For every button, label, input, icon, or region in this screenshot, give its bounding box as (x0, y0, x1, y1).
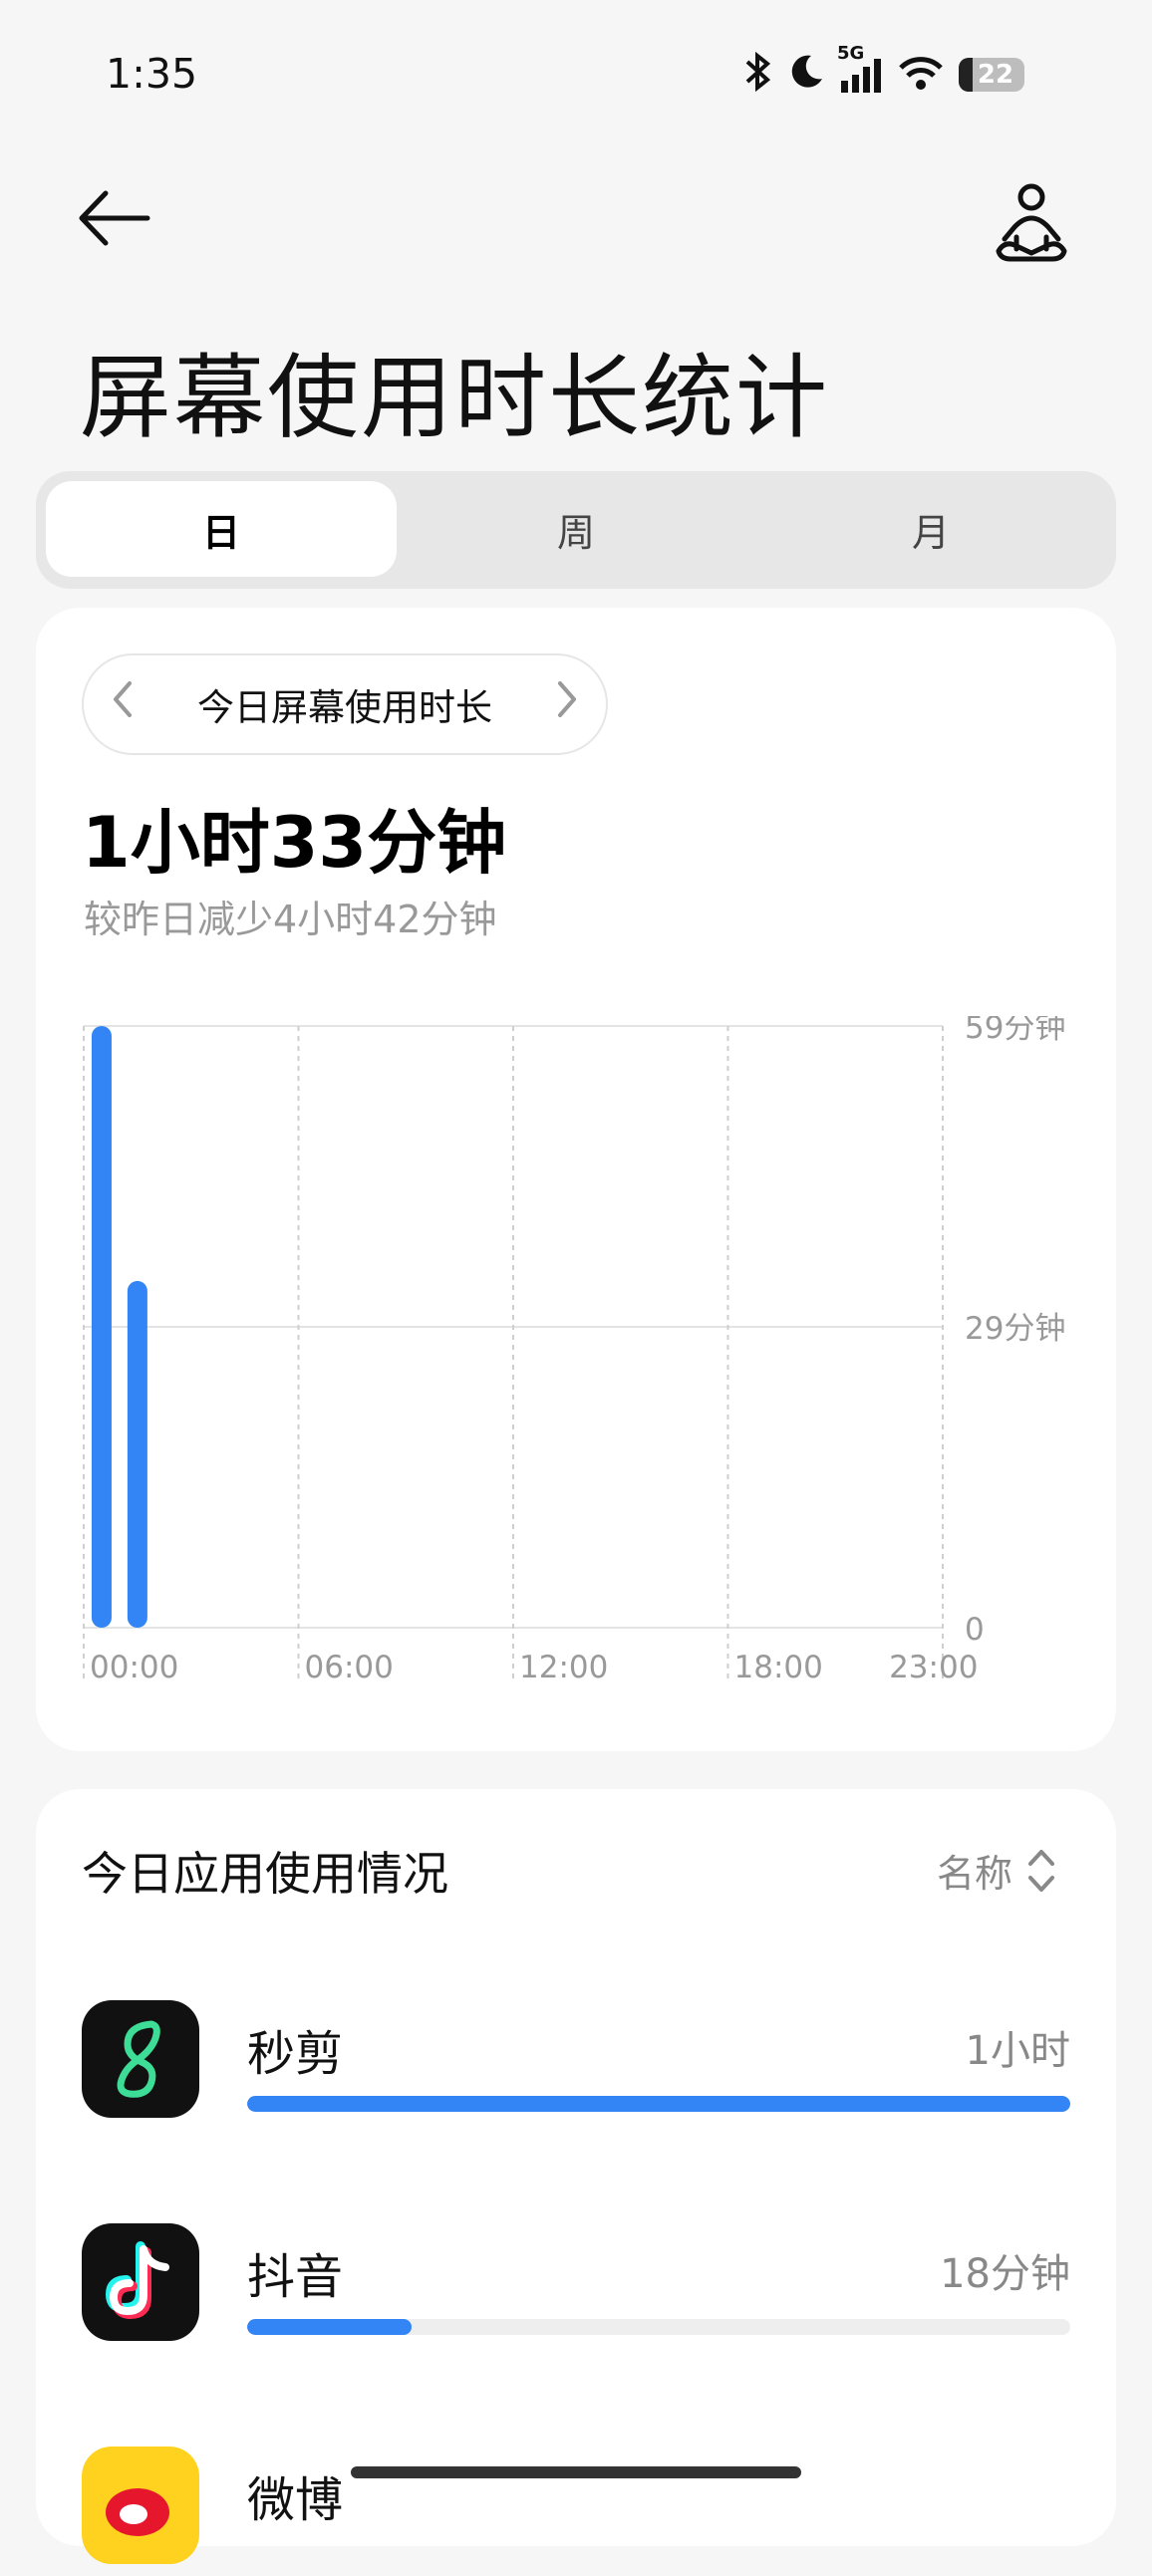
period-selector: 今日屏幕使用时长 (82, 653, 608, 755)
app-row-douyin[interactable]: 抖音 18分钟 (82, 2223, 1070, 2353)
usage-bar-00:00 (91, 1026, 112, 1628)
network-type: 5G (837, 43, 865, 64)
x-tick-label: 18:00 (734, 1650, 823, 1685)
miaojian-app-icon (82, 2000, 199, 2118)
tab-month[interactable]: 月 (755, 481, 1106, 577)
home-indicator (351, 2466, 801, 2478)
usage-bar (247, 2319, 1070, 2335)
app-usage-title: 今日应用使用情况 (82, 1847, 448, 1901)
chevron-right-icon (558, 680, 576, 717)
sort-label: 名称 (937, 1852, 1013, 1896)
app-name: 抖音 (247, 2249, 344, 2305)
moon-icon (787, 53, 825, 97)
douyin-app-icon (82, 2223, 199, 2341)
hourly-usage-chart: 59分钟 29分钟 0 00:00 06:00 12:00 18:00 23:00 (83, 1016, 1065, 1685)
sort-button[interactable]: 名称 (937, 1843, 1056, 1898)
y-tick-label: 59分钟 (965, 1016, 1065, 1046)
back-arrow-icon (79, 190, 150, 246)
x-tick-label: 12:00 (519, 1650, 608, 1685)
status-icons: 5G 22 (743, 43, 1052, 100)
chart-grid (83, 1025, 944, 1683)
status-time: 1:35 (106, 50, 198, 98)
tab-week[interactable]: 周 (401, 481, 751, 577)
app-time: 18分钟 (940, 2251, 1070, 2297)
x-tick-label: 00:00 (90, 1650, 178, 1685)
usage-bar-fill (247, 2319, 413, 2335)
previous-day-button[interactable] (84, 679, 159, 730)
back-button[interactable] (74, 183, 163, 263)
battery-level: 22 (977, 60, 1014, 90)
period-label: 今日屏幕使用时长 (197, 686, 492, 729)
x-tick-label: 06:00 (305, 1650, 394, 1685)
period-segmented-control: 日 周 月 (36, 471, 1116, 589)
next-day-button[interactable] (530, 679, 606, 730)
weibo-app-icon (82, 2447, 199, 2564)
battery-icon: 22 (959, 58, 1024, 92)
y-tick-label: 29分钟 (965, 1311, 1065, 1347)
app-name: 微博 (247, 2472, 344, 2528)
wifi-icon (897, 55, 945, 95)
bluetooth-icon (743, 51, 773, 98)
sort-chevrons-icon (1028, 1849, 1055, 1892)
comparison-text: 较昨日减少4小时42分钟 (84, 898, 497, 941)
chart-y-ticks: 59分钟 29分钟 0 (965, 1016, 1065, 1648)
app-row-miaojian[interactable]: 秒剪 1小时 (82, 2000, 1070, 2130)
total-screen-time: 1小时33分钟 (82, 802, 507, 884)
cellular-icon: 5G (837, 43, 883, 93)
usage-bar (247, 2096, 1070, 2112)
tab-day[interactable]: 日 (46, 481, 397, 577)
usage-bar-fill (247, 2096, 1070, 2112)
app-name: 秒剪 (247, 2026, 344, 2082)
page-title: 屏幕使用时长统计 (80, 345, 830, 451)
y-tick-label: 0 (965, 1612, 985, 1648)
app-time: 1小时 (965, 2028, 1070, 2074)
x-tick-label: 23:00 (889, 1650, 978, 1685)
meditation-icon (996, 183, 1067, 262)
usage-bar-01:00 (127, 1280, 147, 1628)
chart-x-ticks: 00:00 06:00 12:00 18:00 23:00 (90, 1650, 978, 1685)
chevron-left-icon (114, 680, 132, 717)
focus-mode-button[interactable] (987, 179, 1076, 269)
